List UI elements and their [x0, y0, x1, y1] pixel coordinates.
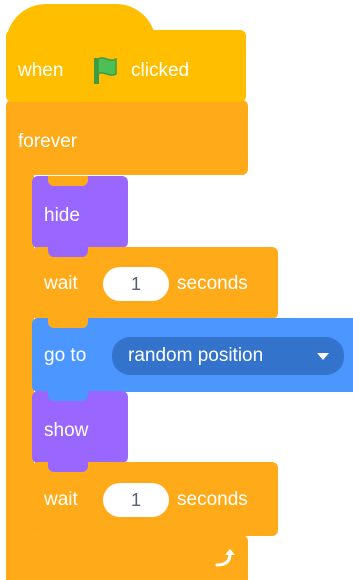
wait-block-2-notch [48, 462, 88, 472]
wait-block-1-notch [48, 247, 88, 257]
dropdown-caret-icon [317, 353, 329, 360]
wait-label-2: wait [44, 489, 78, 510]
seconds-label-1: seconds [177, 273, 248, 294]
when-label: when [18, 60, 64, 81]
show-block-notch [48, 391, 88, 401]
forever-label: forever [18, 131, 78, 152]
green-flag-icon [90, 54, 126, 86]
wait-seconds-input-1[interactable]: 1 [103, 267, 169, 301]
hat-block-cap [6, 4, 156, 44]
wait-seconds-input-2[interactable]: 1 [103, 483, 169, 517]
wait-label-1: wait [44, 273, 78, 294]
go-to-target-dropdown[interactable]: random position [112, 337, 344, 375]
hide-block-notch [48, 176, 88, 186]
clicked-label: clicked [131, 60, 190, 81]
forever-block-arm[interactable] [6, 160, 34, 580]
go-to-block-notch [48, 318, 88, 328]
loop-arrow-icon [212, 545, 238, 571]
show-label: show [44, 420, 89, 441]
go-to-label: go to [44, 345, 87, 366]
seconds-label-2: seconds [177, 489, 248, 510]
wait-block-2-bottom-notch [48, 536, 88, 548]
hide-label: hide [44, 205, 80, 226]
go-to-target-value: random position [128, 345, 264, 366]
